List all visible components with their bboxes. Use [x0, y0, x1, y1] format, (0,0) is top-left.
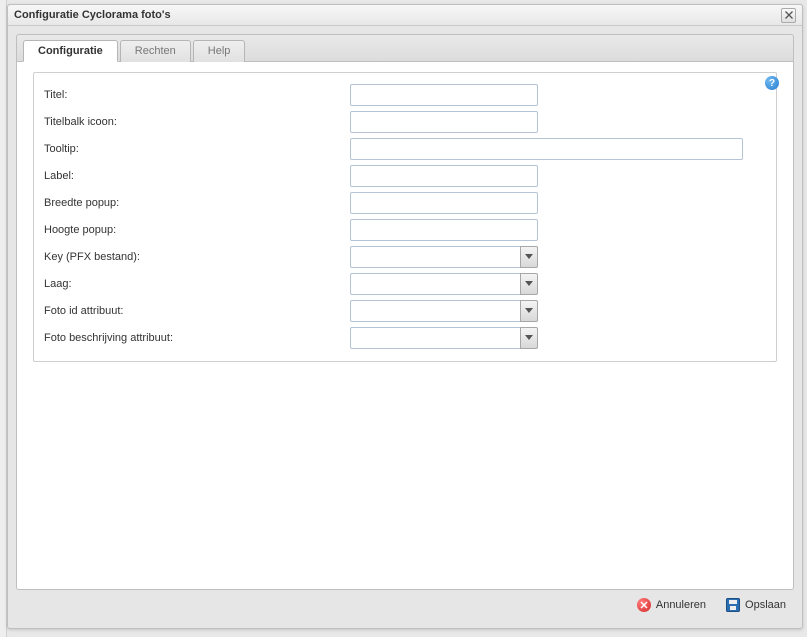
- tab-content-configuratie: Titel: Titelbalk icoon: Tooltip: Label: Bree…: [16, 62, 794, 590]
- field-control: [350, 192, 538, 214]
- field-label: Breedte popup:: [44, 197, 346, 209]
- tab-label: Rechten: [135, 45, 176, 57]
- app-left-strip: [0, 0, 7, 637]
- form-row: Breedte popup:: [44, 189, 766, 216]
- form-row: Laag:: [44, 270, 766, 297]
- save-icon: [726, 598, 740, 612]
- text-input[interactable]: [350, 84, 538, 106]
- save-button[interactable]: Opslaan: [726, 598, 786, 612]
- chevron-down-icon: [525, 254, 533, 260]
- cancel-icon: [637, 598, 651, 612]
- combo-trigger[interactable]: [520, 246, 538, 268]
- chevron-down-icon: [525, 308, 533, 314]
- tab-label: Help: [208, 45, 231, 57]
- combo-box[interactable]: [350, 273, 538, 295]
- field-label: Label:: [44, 170, 346, 182]
- tab-label: Configuratie: [38, 45, 103, 57]
- form-row: Tooltip:: [44, 135, 766, 162]
- text-input[interactable]: [350, 165, 538, 187]
- config-fieldset: Titel: Titelbalk icoon: Tooltip: Label: Bree…: [33, 72, 777, 362]
- help-icon[interactable]: ?: [765, 76, 779, 90]
- form-row: Foto beschrijving attribuut:: [44, 324, 766, 351]
- field-label: Hoogte popup:: [44, 224, 346, 236]
- window-title: Configuratie Cyclorama foto's: [14, 9, 171, 21]
- cancel-label: Annuleren: [656, 599, 706, 611]
- combo-box[interactable]: [350, 300, 538, 322]
- cancel-button[interactable]: Annuleren: [637, 598, 706, 612]
- combo-input[interactable]: [350, 300, 520, 322]
- text-input[interactable]: [350, 138, 743, 160]
- tab-help[interactable]: Help: [193, 40, 246, 62]
- field-label: Titelbalk icoon:: [44, 116, 346, 128]
- field-label: Laag:: [44, 278, 346, 290]
- text-input[interactable]: [350, 219, 538, 241]
- field-label: Foto id attribuut:: [44, 305, 346, 317]
- config-window: Configuratie Cyclorama foto's Configurat…: [7, 4, 803, 629]
- tab-rechten[interactable]: Rechten: [120, 40, 191, 62]
- form-row: Key (PFX bestand):: [44, 243, 766, 270]
- combo-input[interactable]: [350, 327, 520, 349]
- combo-input[interactable]: [350, 273, 520, 295]
- form-row: Hoogte popup:: [44, 216, 766, 243]
- field-label: Tooltip:: [44, 143, 346, 155]
- field-control: [350, 111, 538, 133]
- combo-box[interactable]: [350, 246, 538, 268]
- tab-bar: Configuratie Rechten Help: [16, 34, 794, 62]
- form-row: Foto id attribuut:: [44, 297, 766, 324]
- window-close-button[interactable]: [781, 8, 796, 23]
- field-control: [350, 300, 538, 322]
- save-label: Opslaan: [745, 599, 786, 611]
- chevron-down-icon: [525, 335, 533, 341]
- combo-box[interactable]: [350, 327, 538, 349]
- text-input[interactable]: [350, 192, 538, 214]
- window-titlebar: Configuratie Cyclorama foto's: [8, 5, 802, 26]
- text-input[interactable]: [350, 111, 538, 133]
- form-row: Titel:: [44, 81, 766, 108]
- combo-trigger[interactable]: [520, 300, 538, 322]
- field-control: [350, 246, 538, 268]
- field-control: [350, 219, 538, 241]
- dialog-footer: Annuleren Opslaan: [16, 590, 794, 620]
- field-label: Foto beschrijving attribuut:: [44, 332, 346, 344]
- field-label: Key (PFX bestand):: [44, 251, 346, 263]
- form-row: Label:: [44, 162, 766, 189]
- field-control: [350, 327, 538, 349]
- tab-configuratie[interactable]: Configuratie: [23, 40, 118, 62]
- field-control: [350, 84, 538, 106]
- field-control: [350, 273, 538, 295]
- combo-trigger[interactable]: [520, 327, 538, 349]
- field-control: [350, 138, 743, 160]
- form-row: Titelbalk icoon:: [44, 108, 766, 135]
- combo-trigger[interactable]: [520, 273, 538, 295]
- field-label: Titel:: [44, 89, 346, 101]
- close-icon: [785, 11, 793, 19]
- combo-input[interactable]: [350, 246, 520, 268]
- field-control: [350, 165, 538, 187]
- chevron-down-icon: [525, 281, 533, 287]
- window-body: Configuratie Rechten Help Titel: Titelbalk …: [8, 26, 802, 628]
